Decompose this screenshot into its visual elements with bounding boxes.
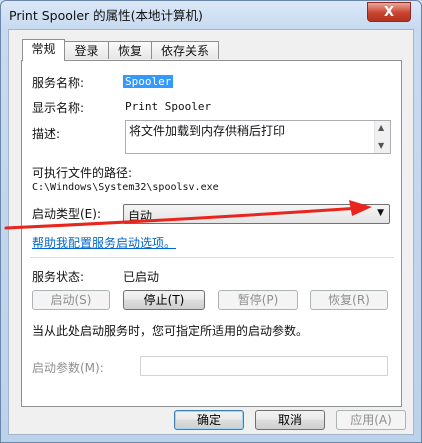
startup-params-hint: 当从此处启动服务时，您可指定所适用的启动参数。 xyxy=(32,324,309,338)
scroll-up-icon[interactable]: ▲ xyxy=(378,123,384,132)
window-title: Print Spooler 的属性(本地计算机) xyxy=(9,8,203,23)
service-name-value[interactable]: Spooler xyxy=(123,75,174,88)
path-value: C:\Windows\System32\spoolsv.exe xyxy=(32,182,219,193)
help-configure-link[interactable]: 帮助我配置服务启动选项。 xyxy=(32,234,176,251)
cancel-button[interactable]: 取消 xyxy=(255,410,325,430)
description-box[interactable]: 将文件加载到内存供稍后打印 ▲ ▼ xyxy=(125,120,391,154)
general-tab-panel: 服务名称: Spooler 显示名称: Print Spooler 描述: 将文… xyxy=(21,60,402,407)
apply-button[interactable]: 应用(A) xyxy=(336,410,406,430)
start-button[interactable]: 启动(S) xyxy=(32,290,110,310)
startup-params-label: 启动参数(M): xyxy=(32,361,104,375)
startup-type-label: 启动类型(E): xyxy=(32,207,101,221)
tab-general[interactable]: 常规 xyxy=(22,39,65,61)
display-name-label: 显示名称: xyxy=(32,101,85,115)
ok-button[interactable]: 确定 xyxy=(174,410,244,430)
startup-type-value: 自动 xyxy=(128,209,153,223)
dialog-client: 常规 登录 恢复 依存关系 服务名称: Spooler 显示名称: Print … xyxy=(8,29,414,435)
separator xyxy=(30,257,394,258)
startup-type-select[interactable]: 自动 ▼ xyxy=(123,204,390,224)
service-name-text[interactable]: Spooler xyxy=(123,75,174,88)
scroll-down-icon[interactable]: ▼ xyxy=(378,141,384,150)
stop-button[interactable]: 停止(T) xyxy=(123,290,205,310)
tab-logon[interactable]: 登录 xyxy=(64,41,109,59)
resume-button[interactable]: 恢复(R) xyxy=(310,290,388,310)
description-label: 描述: xyxy=(32,127,61,141)
service-status-label: 服务状态: xyxy=(32,270,85,284)
pause-button[interactable]: 暂停(P) xyxy=(218,290,298,310)
properties-window: Print Spooler 的属性(本地计算机) X 常规 登录 恢复 依存关系… xyxy=(0,0,422,443)
service-name-label: 服务名称: xyxy=(32,76,85,90)
tab-recovery[interactable]: 恢复 xyxy=(108,41,152,59)
description-text: 将文件加载到内存供稍后打印 xyxy=(129,124,286,138)
startup-params-input[interactable] xyxy=(140,356,388,376)
description-scrollbar[interactable]: ▲ ▼ xyxy=(374,121,390,153)
chevron-down-icon[interactable]: ▼ xyxy=(377,208,384,218)
path-label: 可执行文件的路径: xyxy=(32,166,133,180)
close-button[interactable]: X xyxy=(367,2,411,22)
tab-dependencies[interactable]: 依存关系 xyxy=(151,41,219,59)
service-status-value: 已启动 xyxy=(123,270,160,284)
display-name-value[interactable]: Print Spooler xyxy=(125,100,211,113)
